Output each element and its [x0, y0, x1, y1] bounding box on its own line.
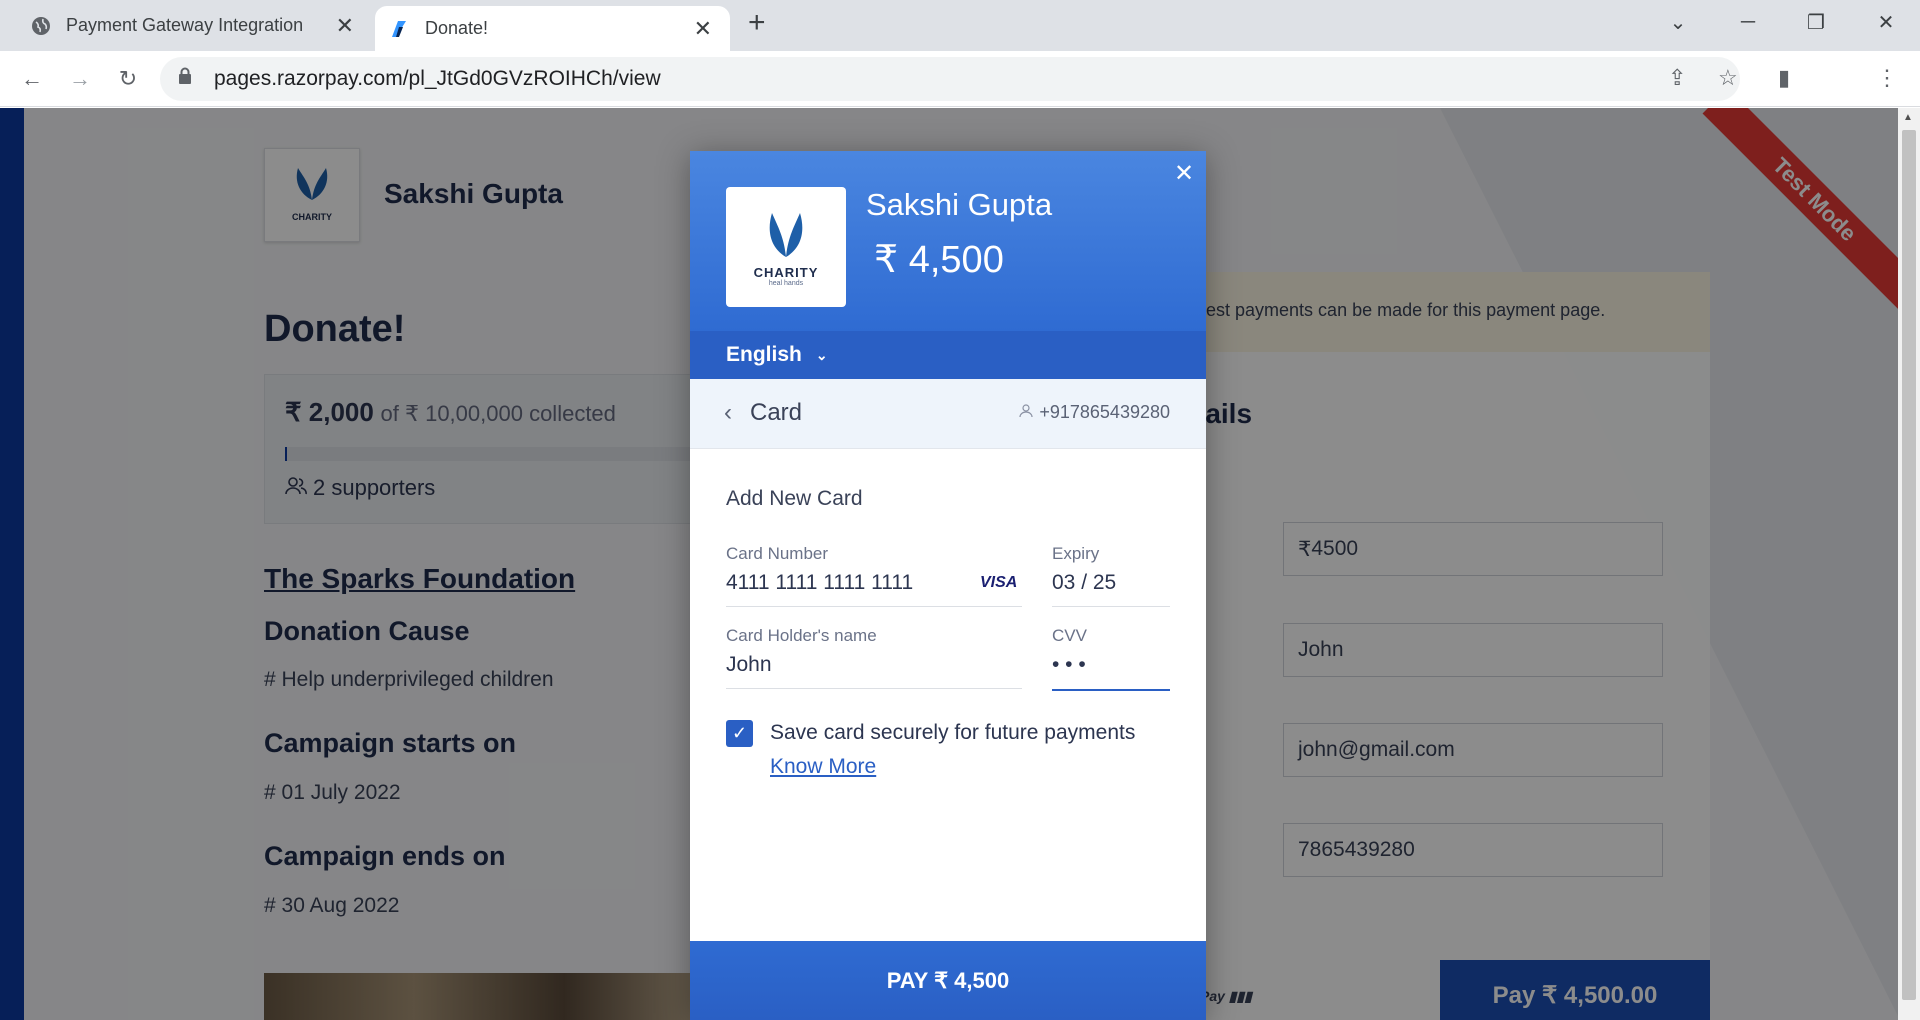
minimize-button[interactable]: ─ — [1716, 0, 1780, 44]
tab-title: Payment Gateway Integration — [66, 15, 304, 35]
close-window-button[interactable]: ✕ — [1854, 0, 1918, 44]
language-label: English — [726, 343, 802, 366]
logo-text: CHARITY — [753, 265, 819, 280]
checkout-pay-button[interactable]: PAY ₹ 4,500 — [690, 941, 1206, 1020]
user-icon — [1019, 402, 1033, 423]
menu-icon[interactable]: ⋮ — [1876, 65, 1898, 91]
close-tab-icon[interactable]: ✕ — [336, 13, 354, 39]
expiry-label: Expiry — [1052, 544, 1100, 563]
bookmark-star-icon[interactable]: ☆ — [1718, 65, 1738, 91]
address-bar[interactable]: pages.razorpay.com/pl_JtGd0GVzROIHCh/vie… — [160, 57, 1740, 101]
tab-search-icon[interactable]: ⌄ — [1646, 0, 1710, 44]
close-icon[interactable]: ✕ — [1174, 159, 1194, 188]
payment-method-bar: ‹ Card +917865439280 — [690, 379, 1206, 449]
card-number-label: Card Number — [726, 544, 829, 563]
cvv-label: CVV — [1052, 626, 1087, 645]
restore-button[interactable]: ❐ — [1784, 0, 1848, 44]
tab-title: Donate! — [425, 18, 489, 38]
cvv-underline — [1052, 689, 1170, 691]
scrollbar-thumb[interactable] — [1902, 130, 1916, 1000]
globe-icon — [30, 15, 52, 37]
checkout-header: CHARITY heal hands Sakshi Gupta ₹ 4,500 … — [690, 151, 1206, 331]
lock-icon — [178, 67, 200, 91]
visa-icon: VISA — [980, 574, 1018, 591]
know-more-link[interactable]: Know More — [770, 755, 876, 779]
checkout-merchant-name: Sakshi Gupta — [866, 187, 1053, 222]
card-holder-label: Card Holder's name — [726, 626, 877, 645]
logo-tagline: heal hands — [768, 280, 804, 287]
chevron-down-icon: ⌄ — [815, 346, 828, 363]
tab-strip: Payment Gateway Integration ✕ Donate! ✕ … — [0, 0, 1920, 51]
checkout-merchant-logo: CHARITY heal hands — [726, 187, 846, 307]
razorpay-icon — [389, 18, 411, 40]
page-scrollbar[interactable]: ▲ — [1898, 108, 1920, 1020]
tab-payment-gateway[interactable]: Payment Gateway Integration ✕ — [0, 0, 372, 51]
contact-info[interactable]: +917865439280 — [1019, 402, 1170, 423]
browser-toolbar: ← → ↻ pages.razorpay.com/pl_JtGd0GVzROIH… — [0, 51, 1920, 107]
save-card-label: Save card securely for future payments — [770, 721, 1136, 744]
contact-number: +917865439280 — [1039, 402, 1170, 422]
cvv-input[interactable]: • • • — [1052, 653, 1086, 677]
new-tab-button[interactable]: + — [748, 6, 766, 40]
save-card-checkbox[interactable]: ✓ — [726, 720, 753, 747]
share-icon[interactable]: ⇪ — [1668, 65, 1686, 91]
card-holder-input[interactable]: John — [726, 653, 772, 677]
card-number-input[interactable]: 4111 1111 1111 1111 — [726, 571, 913, 595]
expiry-underline — [1052, 606, 1170, 607]
forward-button[interactable]: → — [62, 61, 98, 97]
back-button[interactable]: ← — [14, 61, 50, 97]
method-title: Card — [750, 399, 803, 426]
add-new-card-heading: Add New Card — [726, 487, 863, 510]
checkout-amount: ₹ 4,500 — [874, 239, 1004, 281]
reload-button[interactable]: ↻ — [110, 61, 146, 97]
card-holder-underline — [726, 688, 1022, 689]
card-number-underline — [726, 606, 1022, 607]
tab-donate[interactable]: Donate! ✕ — [375, 6, 730, 51]
checkout-modal: CHARITY heal hands Sakshi Gupta ₹ 4,500 … — [690, 151, 1206, 1020]
chevron-left-icon[interactable]: ‹ — [724, 399, 732, 427]
url-text: pages.razorpay.com/pl_JtGd0GVzROIHCh/vie… — [214, 67, 661, 90]
side-panel-icon[interactable]: ▮ — [1778, 65, 1790, 91]
expiry-input[interactable]: 03 / 25 — [1052, 571, 1116, 595]
language-selector[interactable]: English ⌄ — [690, 331, 1206, 379]
scroll-up-icon[interactable]: ▲ — [1903, 112, 1913, 123]
close-tab-icon[interactable]: ✕ — [694, 16, 712, 42]
